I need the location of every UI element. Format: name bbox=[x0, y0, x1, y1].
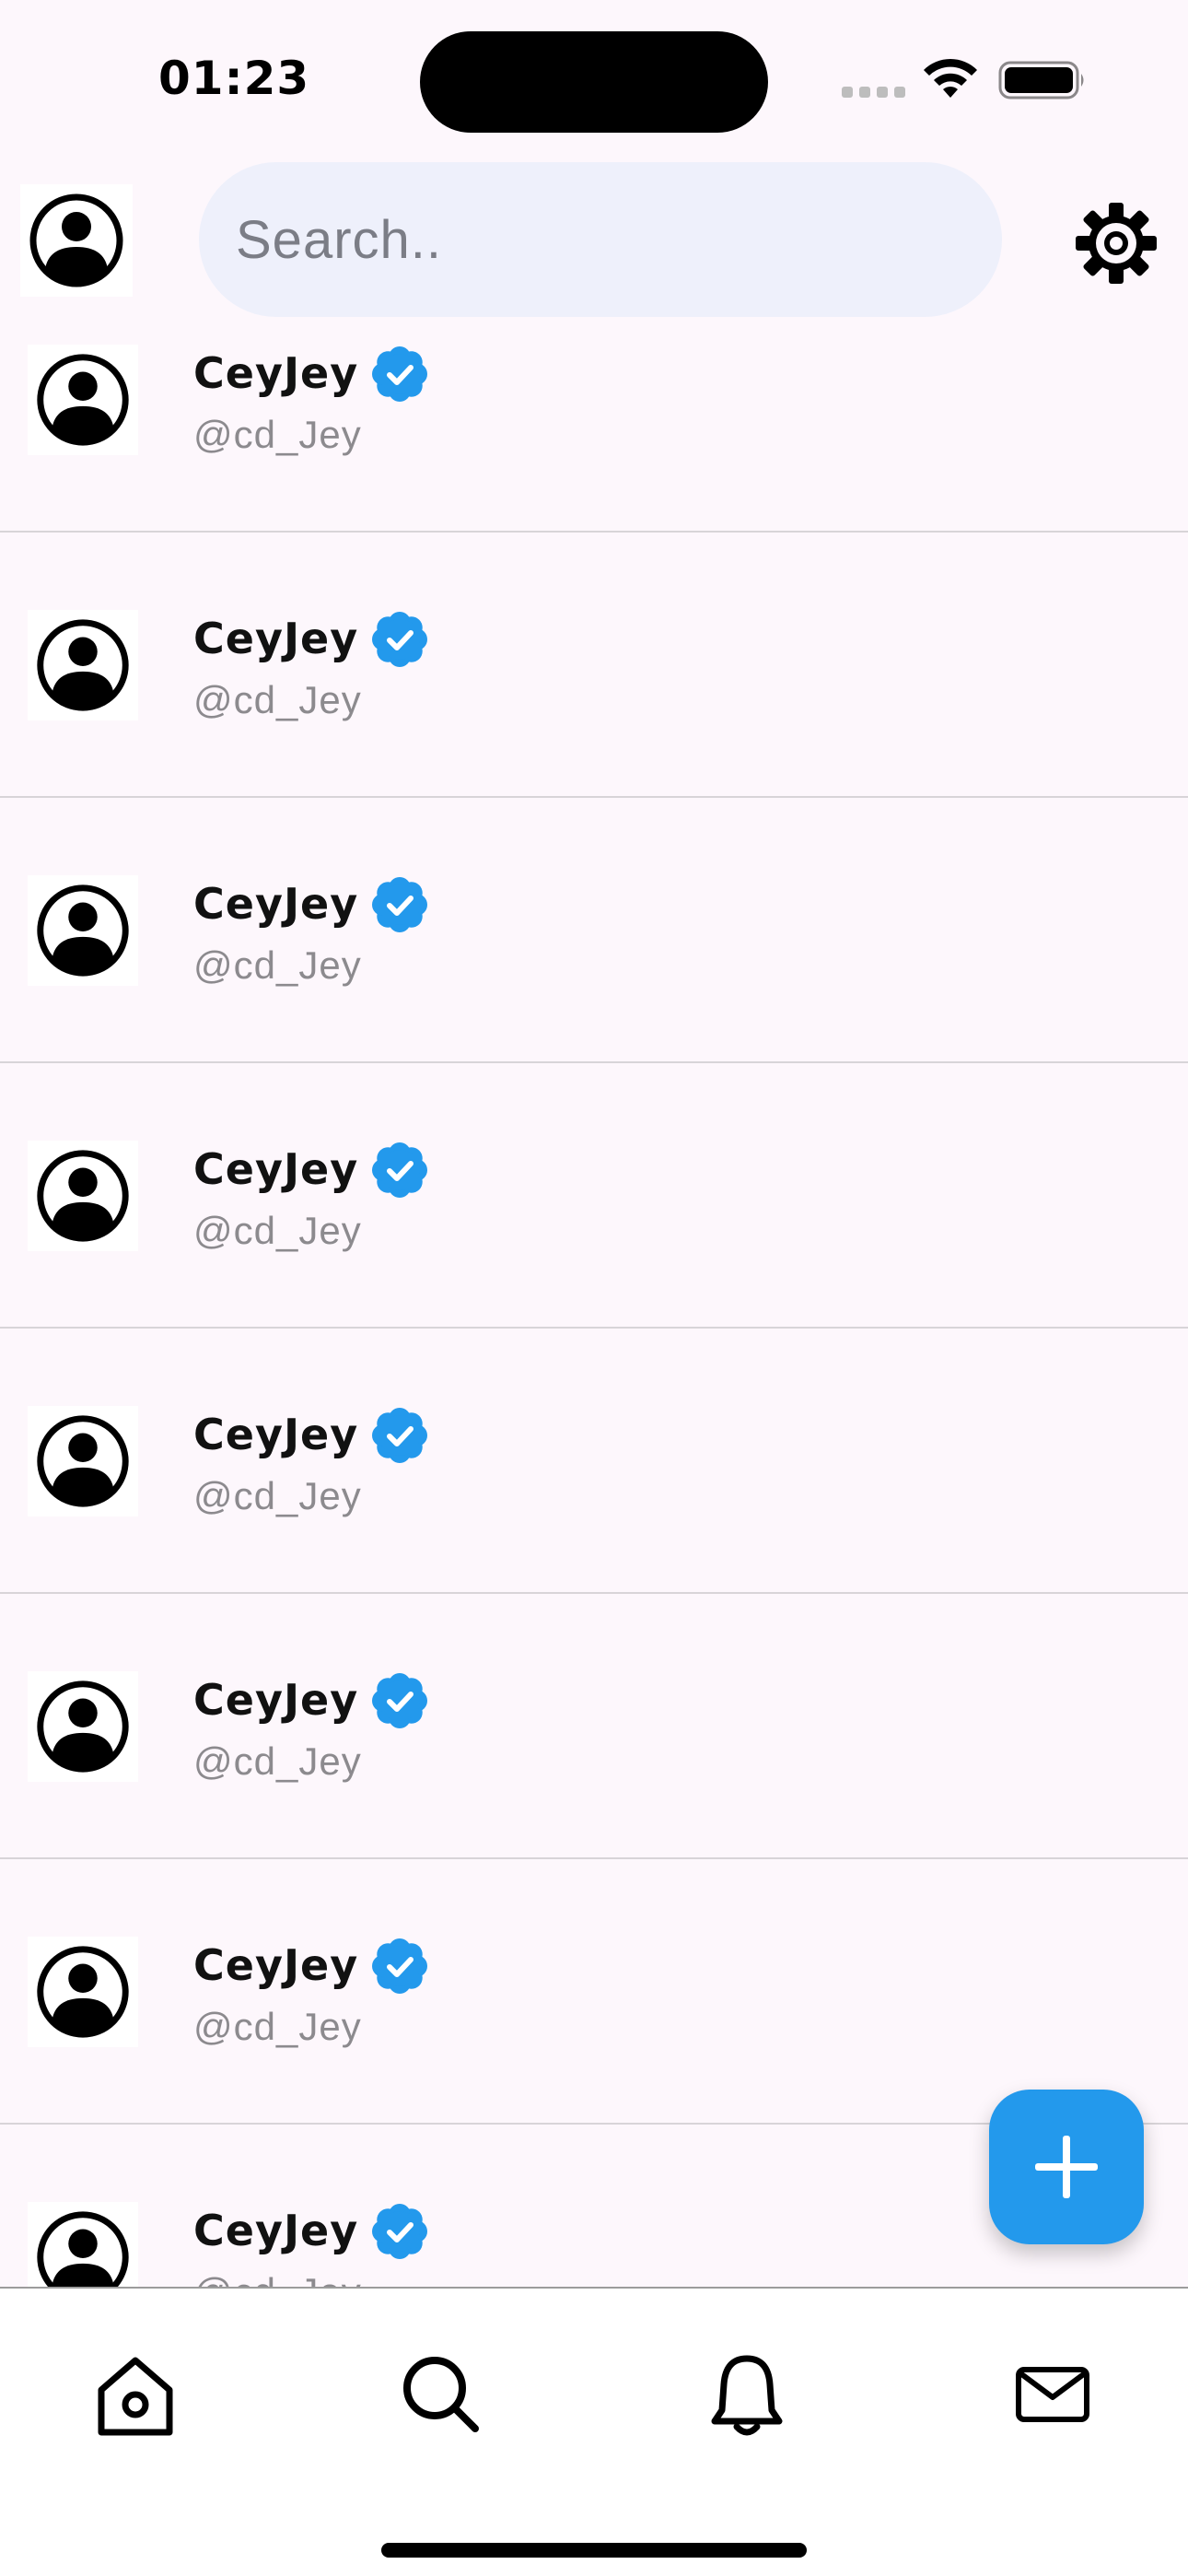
verified-badge-icon bbox=[372, 612, 427, 667]
user-display-name: CeyJey bbox=[193, 1144, 359, 1194]
account-circle-icon bbox=[37, 1150, 129, 1242]
search-bar[interactable] bbox=[199, 162, 1002, 317]
user-handle: @cd_Jey bbox=[193, 943, 362, 987]
user-handle: @cd_Jey bbox=[193, 1739, 362, 1783]
list-item[interactable]: CeyJey @cd_Jey bbox=[0, 322, 1188, 533]
user-display-name: CeyJey bbox=[193, 879, 359, 929]
list-item[interactable]: CeyJey @cd_Jey bbox=[0, 1859, 1188, 2125]
nav-notifications[interactable] bbox=[696, 2344, 798, 2445]
user-display-name: CeyJey bbox=[193, 1410, 359, 1459]
verified-badge-icon bbox=[372, 2204, 427, 2259]
account-circle-icon bbox=[37, 619, 129, 711]
account-circle-icon bbox=[37, 884, 129, 977]
user-handle: @cd_Jey bbox=[193, 1474, 362, 1517]
avatar bbox=[28, 1406, 138, 1516]
battery-full-icon bbox=[998, 61, 1084, 100]
app-header bbox=[0, 157, 1188, 322]
list-item[interactable]: CeyJey @cd_Jey bbox=[0, 1329, 1188, 1594]
app-screen: 01:23 Search.. CeyJey @cd_Jey CeyJey @cd… bbox=[0, 0, 1188, 2576]
nav-messages[interactable] bbox=[1002, 2344, 1103, 2445]
avatar bbox=[28, 1141, 138, 1251]
user-list: CeyJey @cd_Jey CeyJey @cd_Jey CeyJey @cd_Jey C… bbox=[0, 322, 1188, 2287]
nav-search[interactable] bbox=[390, 2344, 492, 2445]
avatar bbox=[28, 1937, 138, 2047]
user-handle: @cd_Jey bbox=[193, 678, 362, 721]
avatar bbox=[28, 610, 138, 720]
profile-avatar-button[interactable] bbox=[20, 184, 133, 297]
user-display-name: CeyJey bbox=[193, 348, 359, 398]
verified-badge-icon bbox=[372, 877, 427, 932]
status-bar: 01:23 bbox=[0, 0, 1188, 157]
wifi-icon bbox=[924, 58, 977, 98]
list-item[interactable]: CeyJey @cd_Jey bbox=[0, 1594, 1188, 1859]
account-circle-icon bbox=[37, 1680, 129, 1773]
account-circle-icon bbox=[37, 2211, 129, 2287]
account-circle-icon bbox=[37, 354, 129, 446]
avatar bbox=[28, 1671, 138, 1782]
add-button[interactable] bbox=[989, 2090, 1144, 2244]
user-handle: @cd_Jey bbox=[193, 413, 362, 456]
list-item[interactable]: CeyJey @cd_Jey bbox=[0, 1063, 1188, 1329]
search-icon bbox=[403, 2357, 479, 2432]
search-input[interactable] bbox=[234, 197, 956, 282]
verified-badge-icon bbox=[372, 1142, 427, 1198]
user-handle: @cd_Jey bbox=[193, 1209, 362, 1252]
verified-badge-icon bbox=[372, 1408, 427, 1463]
cellular-signal-icon bbox=[842, 87, 906, 98]
user-display-name: CeyJey bbox=[193, 1940, 359, 1990]
user-handle: @cd_Jey bbox=[193, 2270, 362, 2287]
account-circle-icon bbox=[29, 193, 123, 287]
plus-icon bbox=[1035, 2136, 1098, 2198]
home-indicator bbox=[381, 2543, 807, 2558]
avatar bbox=[28, 875, 138, 986]
bell-icon bbox=[711, 2355, 783, 2436]
list-item[interactable]: CeyJey @cd_Jey bbox=[0, 533, 1188, 798]
mail-icon bbox=[1016, 2367, 1089, 2422]
verified-badge-icon bbox=[372, 1938, 427, 1994]
status-time: 01:23 bbox=[158, 52, 310, 105]
user-display-name: CeyJey bbox=[193, 1675, 359, 1725]
nav-home[interactable] bbox=[85, 2344, 186, 2445]
bottom-navigation bbox=[0, 2287, 1188, 2576]
gear-icon bbox=[1076, 203, 1157, 284]
user-display-name: CeyJey bbox=[193, 614, 359, 663]
verified-badge-icon bbox=[372, 346, 427, 402]
list-item[interactable]: CeyJey @cd_Jey bbox=[0, 798, 1188, 1063]
avatar bbox=[28, 2202, 138, 2287]
avatar bbox=[28, 345, 138, 455]
dynamic-island bbox=[420, 31, 768, 133]
settings-button[interactable] bbox=[1072, 199, 1160, 287]
user-handle: @cd_Jey bbox=[193, 2005, 362, 2048]
account-circle-icon bbox=[37, 1415, 129, 1507]
verified-badge-icon bbox=[372, 1673, 427, 1728]
account-circle-icon bbox=[37, 1946, 129, 2038]
home-icon bbox=[98, 2357, 173, 2436]
user-display-name: CeyJey bbox=[193, 2206, 359, 2255]
